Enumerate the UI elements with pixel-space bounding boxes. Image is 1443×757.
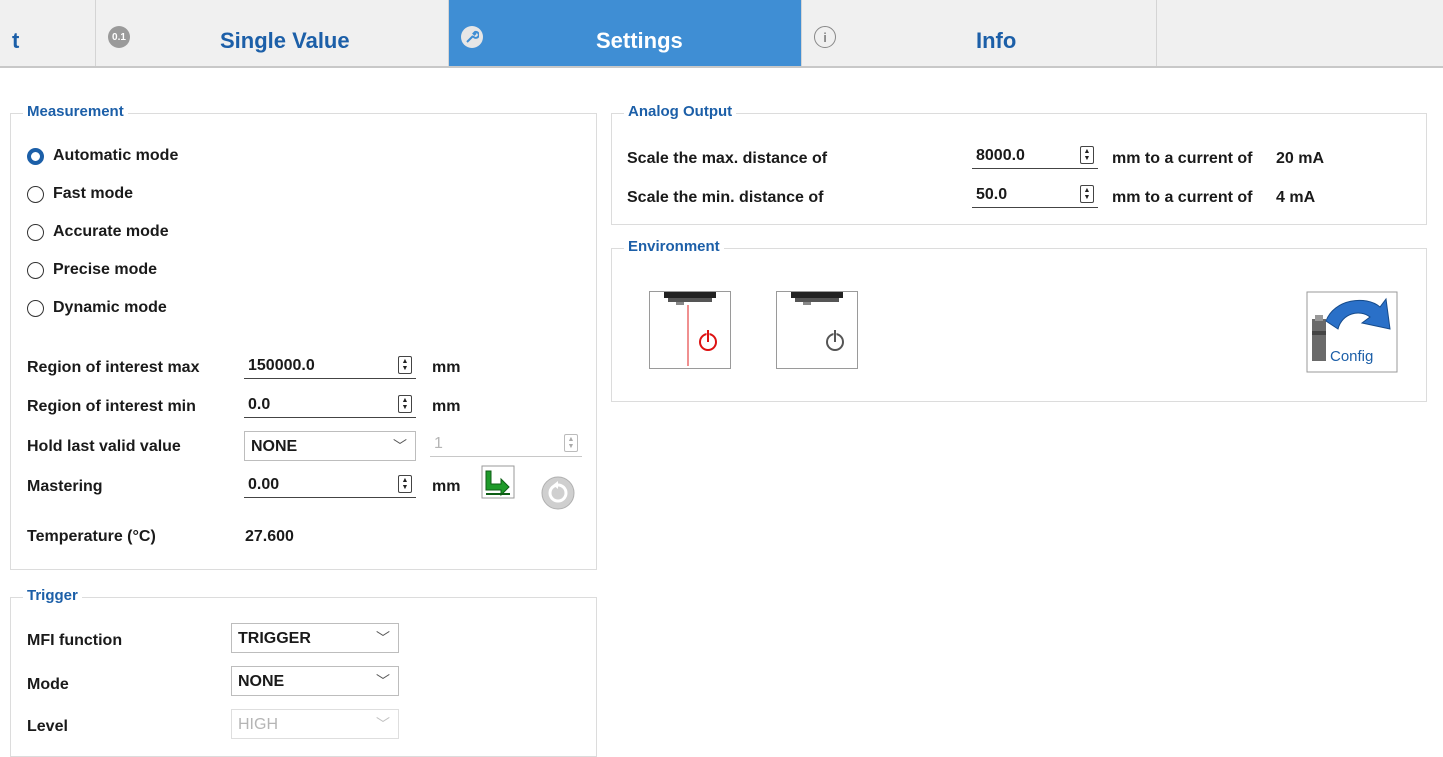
analog-min-current: 4 mA [1276,189,1316,206]
analog-min-value: 50.0 [976,186,1008,203]
spin-arrows-icon[interactable]: ▲ ▼ [398,395,412,413]
set-master-button[interactable] [481,465,515,499]
roi-max-spinbox[interactable]: 150000.0 ▲ ▼ [244,353,416,379]
laser-off-button[interactable] [776,291,858,369]
temperature-label: Temperature (°C) [27,528,156,545]
measurement-group: Measurement Automatic mode Fast mode Acc… [10,103,597,570]
roi-max-label: Region of interest max [27,359,200,376]
radio-label: Accurate mode [53,223,169,240]
tab-truncated-label: t [12,28,20,53]
chevron-down-icon: ﹀ [376,716,390,732]
trigger-level-dropdown: HIGH ﹀ [231,709,399,739]
tab-settings[interactable]: Settings [449,0,802,66]
trigger-mode-dropdown[interactable]: NONE ﹀ [231,666,399,696]
temperature-value: 27.600 [245,528,294,545]
environment-title: Environment [624,238,724,255]
hold-label: Hold last valid value [27,438,181,455]
tab-truncated[interactable]: t [0,0,96,66]
analog-min-label: Scale the min. distance of [627,189,824,206]
hold-dropdown[interactable]: NONE ﹀ [244,431,416,461]
trigger-mode-label: Mode [27,676,69,693]
tab-settings-label: Settings [596,28,683,53]
radio-accurate-mode[interactable]: Accurate mode [27,221,169,243]
mfi-function-dropdown[interactable]: TRIGGER ﹀ [231,623,399,653]
radio-fast-mode[interactable]: Fast mode [27,183,133,205]
hold-count-spinbox: 1 ▲ ▼ [430,431,582,457]
analog-max-spinbox[interactable]: 8000.0 ▲ ▼ [972,143,1098,169]
tab-info[interactable]: i Info [802,0,1157,66]
measurement-title: Measurement [23,103,128,120]
radio-label: Automatic mode [53,147,179,164]
info-icon: i [814,26,836,48]
tab-bar: t 0.1 Single Value Settings i Info [0,0,1443,68]
roi-min-label: Region of interest min [27,398,196,415]
mastering-unit: mm [432,478,461,495]
tab-single-value-label: Single Value [220,28,350,53]
analog-max-current: 20 mA [1276,150,1325,167]
mfi-function-value: TRIGGER [238,630,311,647]
hold-value: NONE [251,438,298,455]
chevron-down-icon: ﹀ [376,630,390,646]
radio-label: Precise mode [53,261,158,278]
roi-max-value: 150000.0 [248,357,315,374]
tab-info-label: Info [976,28,1017,53]
analog-output-group: Analog Output Scale the max. distance of… [611,103,1427,225]
radio-unchecked-icon [27,299,44,317]
chevron-down-icon: ﹀ [393,438,407,454]
roi-min-spinbox[interactable]: 0.0 ▲ ▼ [244,392,416,418]
settings-wrench-icon [461,26,483,48]
roi-min-value: 0.0 [248,396,271,413]
config-label: Config [1330,348,1373,365]
trigger-title: Trigger [23,587,82,604]
environment-group: Environment Config [611,238,1427,402]
reset-master-button[interactable] [540,475,576,511]
analog-output-title: Analog Output [624,103,737,120]
trigger-mode-value: NONE [238,673,285,690]
laser-off-icon [791,292,844,351]
trigger-level-label: Level [27,718,68,735]
laser-on-icon [664,292,717,366]
analog-max-value: 8000.0 [976,147,1025,164]
laser-on-button[interactable] [649,291,731,369]
radio-unchecked-icon [27,185,44,203]
spin-arrows-icon[interactable]: ▲ ▼ [398,356,412,374]
config-icon: Config [1306,291,1398,373]
roi-min-unit: mm [432,398,461,415]
roi-max-unit: mm [432,359,461,376]
radio-automatic-mode[interactable]: Automatic mode [27,145,178,167]
hold-count-value: 1 [434,435,443,452]
set-master-arrow-icon [481,465,515,499]
analog-min-suffix: mm to a current of [1112,189,1253,206]
radio-label: Fast mode [53,185,134,202]
chevron-down-icon: ﹀ [376,673,390,689]
analog-max-label: Scale the max. distance of [627,150,828,167]
radio-dynamic-mode[interactable]: Dynamic mode [27,297,167,319]
mastering-spinbox[interactable]: 0.00 ▲ ▼ [244,472,416,498]
spin-arrows-icon[interactable]: ▲ ▼ [398,475,412,493]
analog-min-spinbox[interactable]: 50.0 ▲ ▼ [972,182,1098,208]
radio-unchecked-icon [27,261,44,279]
spin-arrows-icon[interactable]: ▲ ▼ [1080,185,1094,203]
spin-arrows-icon: ▲ ▼ [564,434,578,452]
single-value-icon: 0.1 [108,26,130,48]
spin-arrows-icon[interactable]: ▲ ▼ [1080,146,1094,164]
radio-precise-mode[interactable]: Precise mode [27,259,157,281]
mastering-value: 0.00 [248,476,280,493]
trigger-group: Trigger MFI function TRIGGER ﹀ Mode NONE… [10,587,597,757]
mfi-function-label: MFI function [27,632,123,649]
trigger-level-value: HIGH [238,716,278,733]
radio-checked-icon [27,147,44,165]
radio-unchecked-icon [27,223,44,241]
mastering-label: Mastering [27,478,103,495]
radio-label: Dynamic mode [53,299,167,316]
analog-max-suffix: mm to a current of [1112,150,1253,167]
config-button[interactable]: Config [1306,291,1398,373]
reset-icon [541,476,575,510]
tab-single-value[interactable]: 0.1 Single Value [96,0,449,66]
